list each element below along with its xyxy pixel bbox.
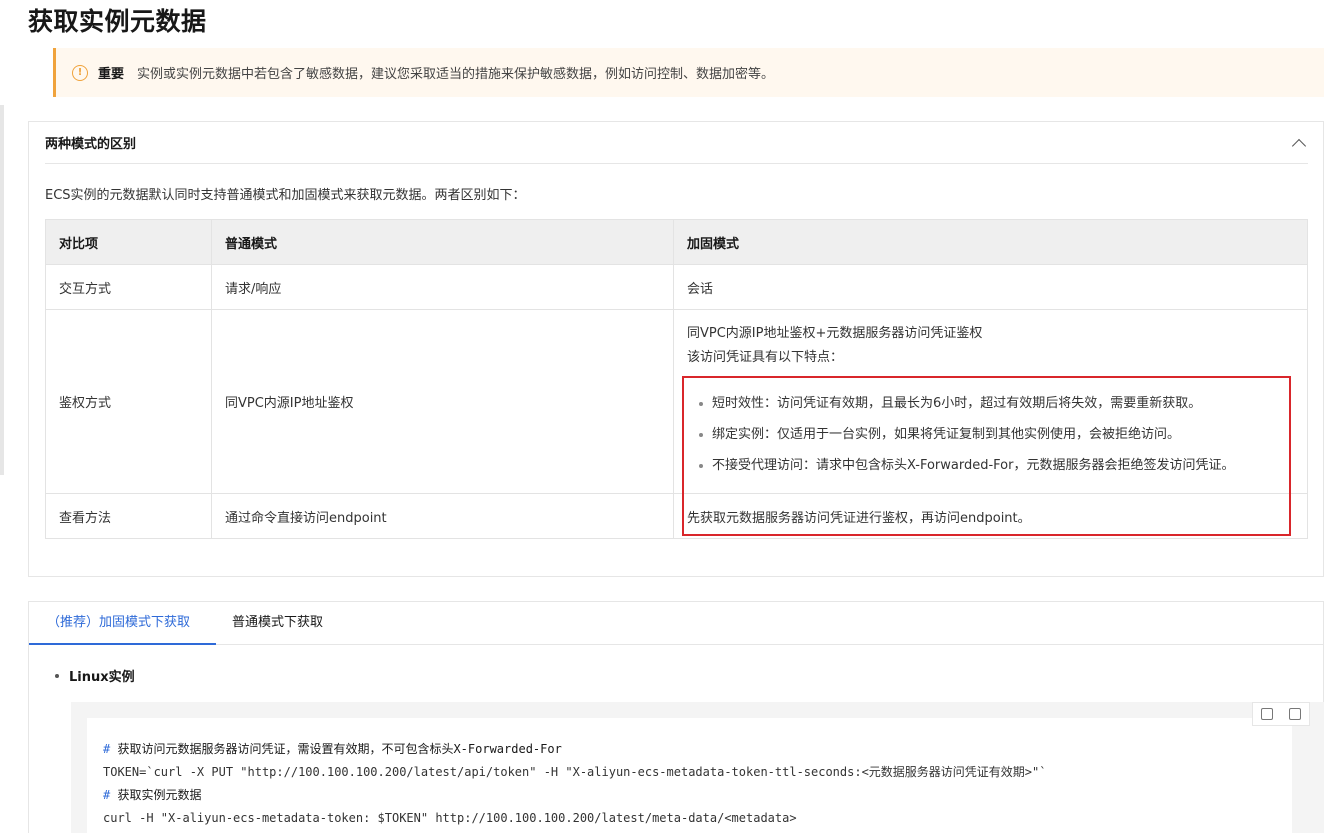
os-label: Linux实例 xyxy=(69,670,135,685)
table-cell: 同VPC内源IP地址鉴权 xyxy=(211,309,674,494)
tab-normal-mode[interactable]: 普通模式下获取 xyxy=(232,602,323,645)
tabs-panel: （推荐）加固模式下获取 普通模式下获取 Linux实例 # 获取访问元数据服务器… xyxy=(28,601,1324,833)
code-line: TOKEN=`curl -X PUT "http://100.100.100.2… xyxy=(103,765,1047,779)
code-comment: 获取实例元数据 xyxy=(110,788,202,802)
tab-bar: （推荐）加固模式下获取 普通模式下获取 xyxy=(29,602,1323,645)
comparison-table: 对比项 普通模式 加固模式 交互方式 请求/响应 会话 鉴权方式 同VPC内源I… xyxy=(45,219,1308,539)
page-title: 获取实例元数据 xyxy=(28,7,207,36)
bullet-icon xyxy=(55,673,59,678)
table-cell: 通过命令直接访问endpoint xyxy=(211,493,674,539)
list-item: 不接受代理访问：请求中包含标头X-Forwarded-For，元数据服务器会拒绝… xyxy=(697,450,1294,481)
table-header-row: 对比项 普通模式 加固模式 xyxy=(45,219,1308,265)
notice-text: 实例或实例元数据中若包含了敏感数据，建议您采取适当的措施来保护敏感数据，例如访问… xyxy=(137,67,775,82)
table-cell: 先获取元数据服务器访问凭证进行鉴权，再访问endpoint。 xyxy=(673,493,1308,539)
chevron-up-icon[interactable] xyxy=(1291,138,1307,153)
important-notice: ! 重要 实例或实例元数据中若包含了敏感数据，建议您采取适当的措施来保护敏感数据… xyxy=(53,48,1324,97)
table-row: 查看方法 通过命令直接访问endpoint 先获取元数据服务器访问凭证进行鉴权，… xyxy=(45,493,1308,539)
table-row: 鉴权方式 同VPC内源IP地址鉴权 同VPC内源IP地址鉴权+元数据服务器访问凭… xyxy=(45,309,1308,494)
code-block: # 获取访问元数据服务器访问凭证，需设置有效期，不可包含标头X-Forwarde… xyxy=(71,702,1324,833)
table-header: 对比项 xyxy=(45,219,212,265)
list-item: 短时效性：访问凭证有效期，且最长为6小时，超过有效期后将失效，需要重新获取。 xyxy=(697,388,1294,419)
panel-header[interactable]: 两种模式的区别 xyxy=(45,122,1308,164)
table-cell: 鉴权方式 xyxy=(45,309,212,494)
table-cell: 交互方式 xyxy=(45,264,212,310)
code-toolbar xyxy=(1252,702,1310,726)
table-cell: 查看方法 xyxy=(45,493,212,539)
mode-difference-panel: 两种模式的区别 ECS实例的元数据默认同时支持普通模式和加固模式来获取元数据。两… xyxy=(28,121,1324,577)
panel-description: ECS实例的元数据默认同时支持普通模式和加固模式来获取元数据。两者区别如下： xyxy=(45,188,526,203)
table-cell: 请求/响应 xyxy=(211,264,674,310)
left-scroll-indicator xyxy=(0,105,4,475)
panel-title: 两种模式的区别 xyxy=(45,137,137,152)
auth-line: 同VPC内源IP地址鉴权+元数据服务器访问凭证鉴权 xyxy=(687,326,983,341)
list-item: Linux实例 xyxy=(55,666,135,685)
code-content[interactable]: # 获取访问元数据服务器访问凭证，需设置有效期，不可包含标头X-Forwarde… xyxy=(87,718,1292,833)
warning-icon: ! xyxy=(72,64,88,81)
auth-feature-list: 短时效性：访问凭证有效期，且最长为6小时，超过有效期后将失效，需要重新获取。 绑… xyxy=(687,388,1294,481)
table-header: 普通模式 xyxy=(211,219,674,265)
list-item: 绑定实例：仅适用于一台实例，如果将凭证复制到其他实例使用，会被拒绝访问。 xyxy=(697,419,1294,450)
code-line: curl -H "X-aliyun-ecs-metadata-token: $T… xyxy=(103,811,797,825)
table-cell: 会话 xyxy=(673,264,1308,310)
tab-hardened-mode[interactable]: （推荐）加固模式下获取 xyxy=(29,602,216,645)
auth-line: 该访问凭证具有以下特点： xyxy=(687,350,844,365)
code-comment: 获取访问元数据服务器访问凭证，需设置有效期，不可包含标头X-Forwarded-… xyxy=(110,742,562,756)
table-cell-auth: 同VPC内源IP地址鉴权+元数据服务器访问凭证鉴权 该访问凭证具有以下特点： 短… xyxy=(673,309,1308,494)
table-header: 加固模式 xyxy=(673,219,1308,265)
table-row: 交互方式 请求/响应 会话 xyxy=(45,264,1308,310)
run-icon[interactable] xyxy=(1261,708,1273,720)
copy-icon[interactable] xyxy=(1289,708,1301,720)
notice-label: 重要 xyxy=(98,67,125,82)
